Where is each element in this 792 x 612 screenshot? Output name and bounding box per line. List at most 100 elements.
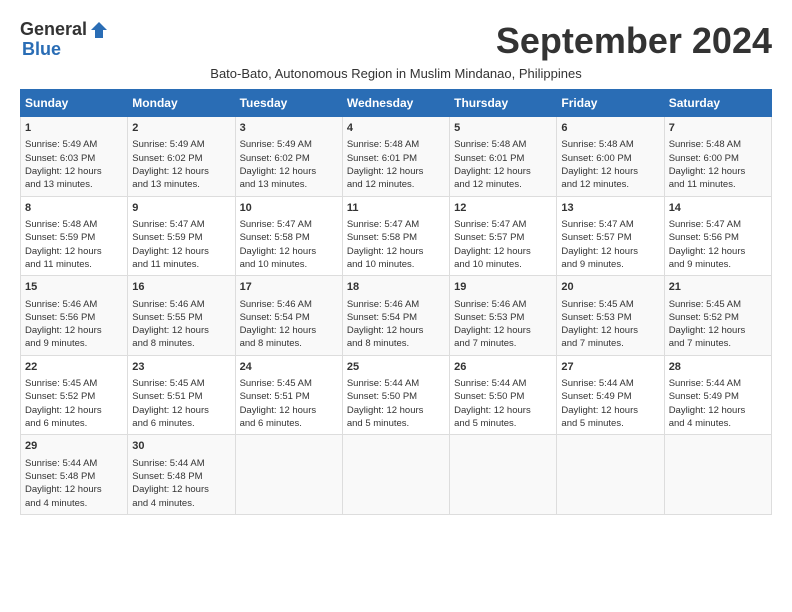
day-info-line: and 7 minutes. (669, 337, 767, 350)
day-info-line: and 12 minutes. (454, 178, 552, 191)
day-info-line: and 11 minutes. (669, 178, 767, 191)
day-number: 27 (561, 360, 659, 375)
calendar-cell: 12Sunrise: 5:47 AMSunset: 5:57 PMDayligh… (450, 196, 557, 276)
day-info-line: Sunset: 6:03 PM (25, 152, 123, 165)
day-number: 28 (669, 360, 767, 375)
day-info-line: Daylight: 12 hours (25, 165, 123, 178)
calendar-week-3: 22Sunrise: 5:45 AMSunset: 5:52 PMDayligh… (21, 355, 772, 435)
day-info-line: Sunrise: 5:46 AM (240, 298, 338, 311)
calendar-cell: 9Sunrise: 5:47 AMSunset: 5:59 PMDaylight… (128, 196, 235, 276)
day-info-line: and 9 minutes. (25, 337, 123, 350)
day-info-line: Sunset: 6:00 PM (669, 152, 767, 165)
calendar-cell: 26Sunrise: 5:44 AMSunset: 5:50 PMDayligh… (450, 355, 557, 435)
day-info-line: Sunrise: 5:44 AM (454, 377, 552, 390)
day-info-line: Sunset: 5:56 PM (25, 311, 123, 324)
day-info-line: Daylight: 12 hours (454, 245, 552, 258)
day-number: 26 (454, 360, 552, 375)
calendar-cell: 2Sunrise: 5:49 AMSunset: 6:02 PMDaylight… (128, 117, 235, 197)
day-info-line: and 7 minutes. (561, 337, 659, 350)
day-info-line: Sunrise: 5:47 AM (132, 218, 230, 231)
calendar-cell: 11Sunrise: 5:47 AMSunset: 5:58 PMDayligh… (342, 196, 449, 276)
day-info-line: and 4 minutes. (25, 497, 123, 510)
day-info-line: Sunrise: 5:44 AM (669, 377, 767, 390)
day-info-line: and 8 minutes. (240, 337, 338, 350)
day-number: 3 (240, 121, 338, 136)
day-info-line: and 10 minutes. (347, 258, 445, 271)
day-info-line: and 12 minutes. (561, 178, 659, 191)
day-info-line: Sunset: 5:54 PM (347, 311, 445, 324)
day-info-line: and 9 minutes. (561, 258, 659, 271)
calendar-cell: 14Sunrise: 5:47 AMSunset: 5:56 PMDayligh… (664, 196, 771, 276)
day-info-line: Sunrise: 5:45 AM (669, 298, 767, 311)
calendar-cell: 24Sunrise: 5:45 AMSunset: 5:51 PMDayligh… (235, 355, 342, 435)
day-info-line: Sunrise: 5:45 AM (561, 298, 659, 311)
day-number: 13 (561, 201, 659, 216)
day-info-line: Daylight: 12 hours (240, 324, 338, 337)
day-info-line: Sunset: 5:52 PM (25, 390, 123, 403)
day-info-line: and 10 minutes. (240, 258, 338, 271)
day-info-line: Sunrise: 5:44 AM (347, 377, 445, 390)
calendar-cell (235, 435, 342, 515)
header-cell-monday: Monday (128, 90, 235, 117)
day-info-line: Daylight: 12 hours (25, 324, 123, 337)
day-number: 16 (132, 280, 230, 295)
day-info-line: Sunrise: 5:48 AM (454, 138, 552, 151)
day-info-line: and 6 minutes. (132, 417, 230, 430)
day-info-line: and 5 minutes. (347, 417, 445, 430)
header-cell-friday: Friday (557, 90, 664, 117)
day-info-line: Daylight: 12 hours (454, 324, 552, 337)
header-cell-wednesday: Wednesday (342, 90, 449, 117)
day-info-line: Sunrise: 5:49 AM (240, 138, 338, 151)
day-info-line: and 4 minutes. (132, 497, 230, 510)
day-number: 11 (347, 201, 445, 216)
calendar-cell: 1Sunrise: 5:49 AMSunset: 6:03 PMDaylight… (21, 117, 128, 197)
header-cell-tuesday: Tuesday (235, 90, 342, 117)
day-number: 25 (347, 360, 445, 375)
day-info-line: Sunrise: 5:45 AM (132, 377, 230, 390)
day-info-line: Sunrise: 5:47 AM (669, 218, 767, 231)
day-info-line: Daylight: 12 hours (25, 404, 123, 417)
day-info-line: Sunset: 5:58 PM (240, 231, 338, 244)
calendar-table: SundayMondayTuesdayWednesdayThursdayFrid… (20, 89, 772, 515)
day-info-line: Sunset: 5:55 PM (132, 311, 230, 324)
logo: General Blue (20, 20, 109, 60)
day-info-line: Daylight: 12 hours (561, 165, 659, 178)
day-info-line: Sunset: 5:56 PM (669, 231, 767, 244)
day-number: 21 (669, 280, 767, 295)
day-info-line: Daylight: 12 hours (561, 324, 659, 337)
day-info-line: Daylight: 12 hours (454, 165, 552, 178)
day-info-line: Sunrise: 5:46 AM (454, 298, 552, 311)
header-cell-thursday: Thursday (450, 90, 557, 117)
day-number: 20 (561, 280, 659, 295)
day-info-line: and 13 minutes. (25, 178, 123, 191)
day-number: 1 (25, 121, 123, 136)
day-info-line: and 11 minutes. (132, 258, 230, 271)
day-info-line: Sunrise: 5:48 AM (347, 138, 445, 151)
calendar-cell: 4Sunrise: 5:48 AMSunset: 6:01 PMDaylight… (342, 117, 449, 197)
day-info-line: Daylight: 12 hours (132, 165, 230, 178)
day-info-line: and 13 minutes. (132, 178, 230, 191)
day-info-line: Daylight: 12 hours (132, 324, 230, 337)
calendar-cell: 15Sunrise: 5:46 AMSunset: 5:56 PMDayligh… (21, 276, 128, 356)
calendar-cell (664, 435, 771, 515)
day-info-line: Daylight: 12 hours (25, 483, 123, 496)
day-info-line: Daylight: 12 hours (240, 245, 338, 258)
day-info-line: Sunset: 5:52 PM (669, 311, 767, 324)
calendar-cell: 19Sunrise: 5:46 AMSunset: 5:53 PMDayligh… (450, 276, 557, 356)
day-info-line: Sunset: 5:57 PM (454, 231, 552, 244)
day-info-line: Sunrise: 5:48 AM (561, 138, 659, 151)
calendar-cell (557, 435, 664, 515)
header-cell-sunday: Sunday (21, 90, 128, 117)
day-info-line: Sunrise: 5:47 AM (240, 218, 338, 231)
day-info-line: Sunset: 5:50 PM (454, 390, 552, 403)
day-info-line: and 6 minutes. (25, 417, 123, 430)
day-info-line: and 8 minutes. (347, 337, 445, 350)
calendar-cell: 28Sunrise: 5:44 AMSunset: 5:49 PMDayligh… (664, 355, 771, 435)
day-info-line: and 10 minutes. (454, 258, 552, 271)
subtitle: Bato-Bato, Autonomous Region in Muslim M… (20, 66, 772, 81)
day-info-line: Sunrise: 5:45 AM (25, 377, 123, 390)
month-title: September 2024 (496, 20, 772, 62)
day-info-line: Daylight: 12 hours (132, 404, 230, 417)
day-info-line: Sunrise: 5:48 AM (669, 138, 767, 151)
calendar-cell: 8Sunrise: 5:48 AMSunset: 5:59 PMDaylight… (21, 196, 128, 276)
